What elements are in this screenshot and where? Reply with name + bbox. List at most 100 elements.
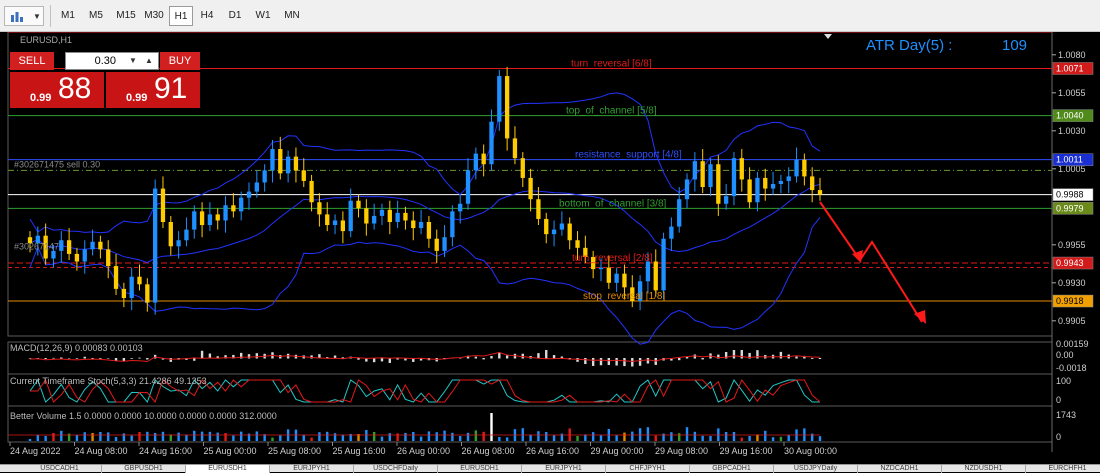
- candle-body: [731, 158, 737, 197]
- sell-button[interactable]: SELL: [10, 52, 54, 70]
- murrey-level-label: resistance_support [4/8]: [575, 150, 682, 161]
- volume-bar: [216, 432, 219, 441]
- volume-bar: [255, 431, 259, 441]
- volume-bar: [107, 432, 110, 441]
- time-tick-label: 26 Aug 08:00: [462, 446, 515, 456]
- stoch-tick-label: 100: [1056, 376, 1071, 386]
- candle-body: [497, 76, 502, 122]
- chart-type-dropdown[interactable]: ▼: [4, 6, 44, 26]
- volume-bar: [740, 437, 743, 441]
- candle-body: [426, 222, 432, 239]
- candle-body: [332, 220, 338, 226]
- candle-body: [559, 223, 565, 230]
- buy-quote[interactable]: 0.99 91: [106, 72, 200, 108]
- one-click-trading-panel: SELL ▼ ▲ BUY 0.99 88 0.99 91: [10, 52, 200, 108]
- macd-bar: [474, 356, 478, 359]
- candle-body: [82, 249, 87, 262]
- candle-body: [645, 261, 651, 282]
- buy-button[interactable]: BUY: [160, 52, 200, 70]
- candle-body: [544, 218, 549, 235]
- macd-bar: [740, 350, 743, 359]
- macd-bar: [623, 358, 626, 367]
- timeframe-h4[interactable]: H4: [194, 6, 220, 26]
- time-tick-label: 25 Aug 08:00: [268, 446, 321, 456]
- macd-bar: [615, 358, 618, 366]
- increase-icon[interactable]: ▲: [142, 54, 156, 68]
- candle-body: [473, 153, 478, 171]
- volume-bar: [458, 436, 462, 441]
- timeframe-m1[interactable]: M1: [54, 6, 82, 26]
- candle-body: [160, 188, 166, 222]
- volume-bar: [318, 432, 321, 441]
- volume-bar: [83, 432, 86, 441]
- candle-body: [817, 190, 823, 195]
- volume-bar: [341, 434, 345, 441]
- volume-bar: [232, 435, 235, 441]
- sell-quote[interactable]: 0.99 88: [10, 72, 104, 108]
- atr-value: 109: [1002, 37, 1027, 54]
- macd-bar: [83, 356, 86, 359]
- macd-bar: [607, 358, 611, 365]
- macd-bar: [810, 358, 814, 359]
- candle-body: [239, 197, 244, 212]
- price-box-label: 1.0071: [1056, 63, 1084, 73]
- volume-bar: [44, 436, 47, 441]
- candle-body: [442, 237, 447, 251]
- volume-bar: [576, 436, 579, 441]
- candle-body: [434, 238, 439, 251]
- timeframe-mn[interactable]: MN: [278, 6, 306, 26]
- volume-tick-label: 1743: [1056, 410, 1076, 420]
- candle-body: [145, 284, 150, 303]
- volume-bar: [623, 432, 626, 441]
- candle-body: [520, 158, 525, 178]
- timeframe-m30[interactable]: M30: [140, 6, 168, 26]
- murrey-level-label: stop_reversal [1/8]: [583, 291, 665, 302]
- price-tick-label: 0.9905: [1058, 316, 1086, 326]
- candle-body: [231, 205, 236, 212]
- candle-body: [301, 170, 306, 181]
- timeframe-d1[interactable]: D1: [222, 6, 248, 26]
- volume-bar: [130, 435, 133, 441]
- decrease-icon[interactable]: ▼: [126, 54, 140, 68]
- volume-bar: [271, 437, 274, 441]
- volume-bar: [412, 432, 415, 441]
- volume-bar: [404, 433, 407, 441]
- candle-body: [192, 211, 197, 230]
- candle-body: [481, 153, 486, 165]
- volume-bar: [200, 431, 204, 441]
- volume-bar: [60, 430, 63, 441]
- lot-size-stepper[interactable]: ▼ ▲: [65, 52, 159, 70]
- candle-body: [129, 276, 134, 298]
- volume-bar: [466, 432, 470, 441]
- volume-bar: [732, 432, 736, 441]
- candle-body: [551, 229, 557, 235]
- price-tick-label: 1.0080: [1058, 50, 1086, 60]
- timeframe-m5[interactable]: M5: [82, 6, 110, 26]
- candle-body: [379, 209, 385, 216]
- timeframe-m15[interactable]: M15: [110, 6, 142, 26]
- timeframe-h1[interactable]: H1: [169, 6, 193, 26]
- volume-bar: [193, 430, 196, 441]
- macd-bar: [584, 358, 587, 365]
- timeframe-w1[interactable]: W1: [250, 6, 276, 26]
- volume-bar: [443, 430, 446, 441]
- volume-bar: [75, 435, 79, 441]
- macd-bar: [247, 354, 251, 359]
- candle-body: [215, 214, 220, 221]
- candle-body: [270, 149, 275, 171]
- lot-size-input[interactable]: [66, 53, 116, 69]
- time-tick-label: 29 Aug 08:00: [655, 446, 708, 456]
- macd-bar: [638, 358, 642, 366]
- volume-bar: [114, 437, 118, 441]
- atr-label: ATR Day(5) :: [866, 37, 952, 54]
- volume-bar: [451, 432, 454, 441]
- volume-bar: [279, 435, 282, 441]
- volume-bar: [529, 434, 532, 441]
- macd-bar: [795, 356, 798, 359]
- candle-body: [325, 214, 330, 226]
- candle-body: [739, 158, 744, 180]
- volume-bar: [177, 432, 180, 441]
- price-box-label: 1.0040: [1056, 111, 1084, 121]
- volume-bar: [435, 432, 438, 441]
- time-tick-label: 25 Aug 16:00: [333, 446, 386, 456]
